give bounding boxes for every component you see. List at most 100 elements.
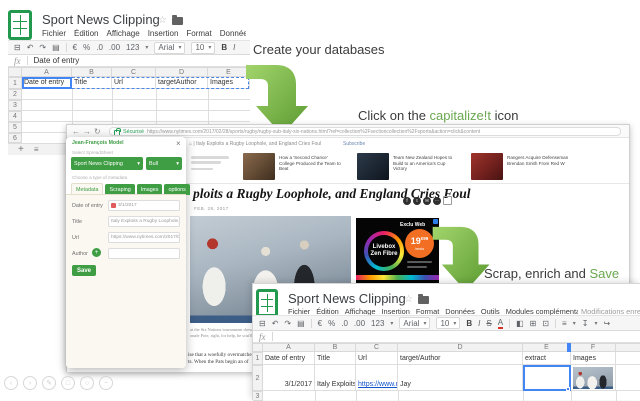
spreadsheet-title[interactable]: Sport News Clipping <box>42 12 160 27</box>
cell-a2[interactable]: 3/1/2017 <box>263 365 315 391</box>
menu-donnees[interactable]: Données <box>220 29 246 39</box>
decrease-decimal-button[interactable]: .0 <box>341 319 348 328</box>
italic-button[interactable]: I <box>233 43 235 52</box>
italic-button[interactable]: I <box>478 319 480 328</box>
column-header-d[interactable]: D <box>398 343 523 352</box>
menu-format[interactable]: Format <box>186 29 211 39</box>
column-header-e[interactable]: E <box>523 343 571 352</box>
save-article-icon[interactable] <box>443 196 452 205</box>
cell-b1[interactable]: Title <box>72 77 112 89</box>
star-icon[interactable]: ☆ <box>404 295 413 305</box>
cell-a1[interactable]: Date of entry <box>22 77 72 89</box>
undo-icon[interactable]: ↶ <box>27 43 34 52</box>
cell-g1[interactable] <box>616 352 640 365</box>
borders-button[interactable]: ⊞ <box>530 319 537 328</box>
cell-b1[interactable]: Title <box>315 352 356 365</box>
number-format-button[interactable]: 123 <box>126 43 139 52</box>
cell-e2[interactable] <box>523 365 571 391</box>
folder-icon[interactable] <box>418 294 429 304</box>
merge-cells-button[interactable]: ⊡ <box>542 319 549 328</box>
undo-icon[interactable]: ↶ <box>272 319 279 328</box>
article-card-thumb[interactable] <box>471 153 503 180</box>
percent-format-button[interactable]: % <box>328 319 335 328</box>
crop-icon[interactable]: □ <box>61 376 75 390</box>
row-number[interactable]: 1 <box>8 77 22 89</box>
zoom-icon[interactable]: ○ <box>80 376 94 390</box>
email-share-icon[interactable]: ✉ <box>423 196 431 205</box>
formula-bar[interactable]: fx <box>253 331 640 343</box>
percent-format-button[interactable]: % <box>83 43 90 52</box>
column-header-b[interactable]: B <box>72 67 112 77</box>
bold-button[interactable]: B <box>221 43 227 52</box>
cell-g2[interactable] <box>616 365 640 391</box>
font-select[interactable]: Arial ▾ <box>154 41 186 54</box>
menu-edition[interactable]: Édition <box>74 29 98 39</box>
currency-format-button[interactable]: € <box>73 43 77 52</box>
row-number[interactable]: 5 <box>8 122 22 133</box>
edit-icon[interactable]: ✎ <box>42 376 56 390</box>
cell-c2[interactable]: https://www.nytim <box>356 365 398 391</box>
vertical-align-button[interactable]: ↧ <box>582 319 589 328</box>
cell-c1[interactable]: Url <box>356 352 398 365</box>
increase-decimal-button[interactable]: .00 <box>109 43 120 52</box>
browser-reload-icon[interactable]: ↻ <box>94 127 105 136</box>
cell-f1[interactable]: Images <box>571 352 616 365</box>
menu-fichier[interactable]: Fichier <box>42 29 66 39</box>
cell-d2[interactable]: Jay <box>398 365 523 391</box>
redo-icon[interactable]: ↷ <box>284 319 291 328</box>
article-card-title[interactable]: Rangers Acquire Defenseman Brendan Smith… <box>507 155 571 166</box>
save-button[interactable]: Save <box>72 265 96 276</box>
bold-button[interactable]: B <box>466 319 472 328</box>
facebook-share-icon[interactable]: f <box>403 196 411 205</box>
add-sheet-button[interactable]: + <box>18 144 24 155</box>
title-field-input[interactable]: Italy Exploits a Rugby Loophole, and Eng… <box>108 216 180 227</box>
cell-e1[interactable]: Images <box>208 77 250 89</box>
strikethrough-button[interactable]: S <box>486 319 491 328</box>
adchoices-icon[interactable] <box>433 219 438 224</box>
subscribe-link[interactable]: Subscribe <box>343 141 365 147</box>
formula-bar[interactable]: fx Date of entry <box>8 55 250 67</box>
column-header-a[interactable]: A <box>263 343 315 352</box>
font-size-select[interactable]: 10 ▾ <box>191 41 216 54</box>
column-header-d[interactable]: D <box>156 67 208 77</box>
article-card-title[interactable]: How a 'Second Chance' College Produced t… <box>279 155 341 172</box>
column-header-c[interactable]: C <box>356 343 398 352</box>
row-number[interactable]: 2 <box>253 365 263 391</box>
paint-format-icon[interactable]: ▤ <box>297 319 305 328</box>
cell-e1[interactable]: extract <box>523 352 571 365</box>
corner-header[interactable] <box>8 67 22 77</box>
next-icon[interactable]: › <box>23 376 37 390</box>
currency-format-button[interactable]: € <box>318 319 322 328</box>
row-number[interactable]: 6 <box>8 133 22 143</box>
twitter-share-icon[interactable]: t <box>413 196 421 205</box>
date-field-input[interactable]: 3/1/2017 <box>108 200 180 211</box>
column-header-b[interactable]: B <box>315 343 356 352</box>
text-color-button[interactable]: A <box>497 318 504 329</box>
menu-insertion[interactable]: Insertion <box>148 29 179 39</box>
row-number[interactable]: 4 <box>8 111 22 122</box>
spreadsheet-dropdown[interactable]: Sport News Clipping ▾ <box>71 157 143 170</box>
article-card-title[interactable]: Team New Zealand Hopes to Build to an Am… <box>393 155 457 172</box>
close-icon[interactable]: × <box>176 139 181 148</box>
column-header-g[interactable] <box>616 343 640 352</box>
sheet-dropdown[interactable]: Bull ▾ <box>146 157 182 170</box>
cell-b2[interactable]: Italy Exploits a F <box>315 365 356 391</box>
home-icon[interactable]: ⌂ <box>189 141 192 147</box>
redo-icon[interactable]: ↷ <box>39 43 46 52</box>
all-sheets-icon[interactable]: ≡ <box>34 145 39 154</box>
minimize-icon[interactable]: − <box>99 376 113 390</box>
author-field-input[interactable] <box>108 248 180 259</box>
more-share-icon[interactable]: ⋯ <box>433 196 441 205</box>
url-field-input[interactable]: https://www.nytimes.com/2017/02/28/sport… <box>108 232 180 243</box>
number-format-button[interactable]: 123 <box>371 319 384 328</box>
font-size-select[interactable]: 10 ▾ <box>436 317 461 329</box>
chevron-down-icon[interactable]: ▾ <box>145 44 148 51</box>
row-number[interactable]: 2 <box>8 89 22 100</box>
row-number[interactable]: 3 <box>8 100 22 111</box>
cell-a1[interactable]: Date of entry <box>263 352 315 365</box>
author-add-icon[interactable]: + <box>92 248 101 257</box>
cell-f2[interactable] <box>571 365 616 391</box>
font-select[interactable]: Arial ▾ <box>399 317 431 329</box>
article-card-thumb[interactable] <box>357 153 389 180</box>
column-header-a[interactable]: A <box>22 67 72 77</box>
